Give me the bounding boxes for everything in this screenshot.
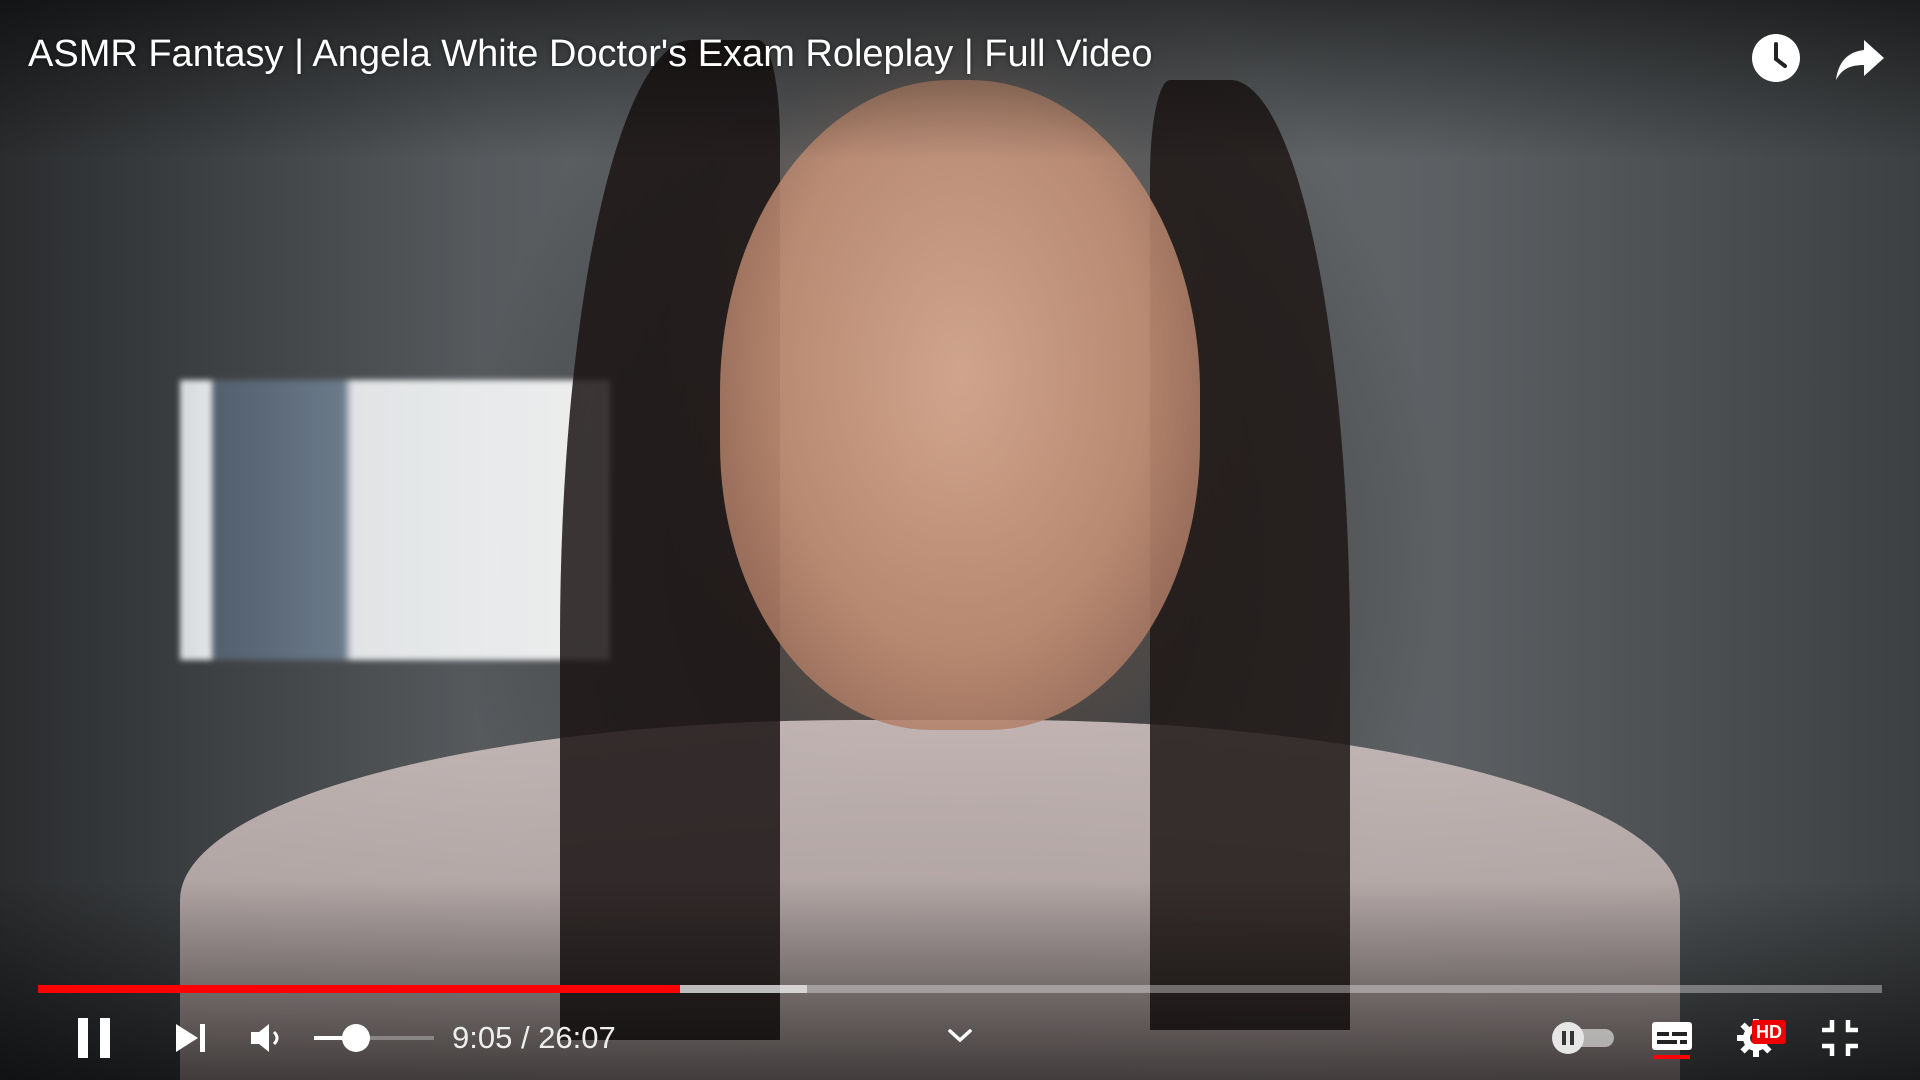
current-time: 9:05 <box>452 1020 513 1055</box>
time-display: 9:05 / 26:07 <box>452 1018 616 1058</box>
watch-later-button[interactable] <box>1748 30 1804 86</box>
progress-bar[interactable] <box>38 985 1882 993</box>
progress-played <box>38 985 680 993</box>
pause-icon <box>78 1018 110 1058</box>
expand-chevron-button[interactable] <box>938 1008 982 1064</box>
volume-knob[interactable] <box>342 1024 370 1052</box>
time-separator: / <box>512 1020 539 1055</box>
mute-button[interactable] <box>242 1010 292 1066</box>
share-arrow-icon <box>1836 40 1884 80</box>
hd-badge: HD <box>1752 1020 1786 1044</box>
next-button[interactable] <box>162 1010 218 1066</box>
exit-fullscreen-icon <box>1822 1020 1858 1056</box>
volume-icon <box>251 1024 279 1052</box>
subtitles-button[interactable] <box>1646 1010 1698 1066</box>
subtitles-icon <box>1652 1022 1692 1059</box>
clock-icon <box>1752 34 1800 82</box>
video-title[interactable]: ASMR Fantasy | Angela White Doctor's Exa… <box>28 28 1153 80</box>
share-button[interactable] <box>1832 30 1888 86</box>
xray-lightbox <box>180 380 610 660</box>
chevron-down-icon <box>948 1029 972 1043</box>
exit-fullscreen-button[interactable] <box>1814 1010 1866 1066</box>
skip-next-icon <box>176 1024 205 1052</box>
autoplay-pause-icon <box>1552 1022 1614 1054</box>
video-scene-face <box>720 80 1200 730</box>
top-gradient <box>0 0 1920 160</box>
autoplay-toggle[interactable] <box>1550 1010 1618 1066</box>
duration: 26:07 <box>538 1020 616 1055</box>
pause-button[interactable] <box>66 1010 122 1066</box>
volume-slider[interactable] <box>314 1024 434 1052</box>
